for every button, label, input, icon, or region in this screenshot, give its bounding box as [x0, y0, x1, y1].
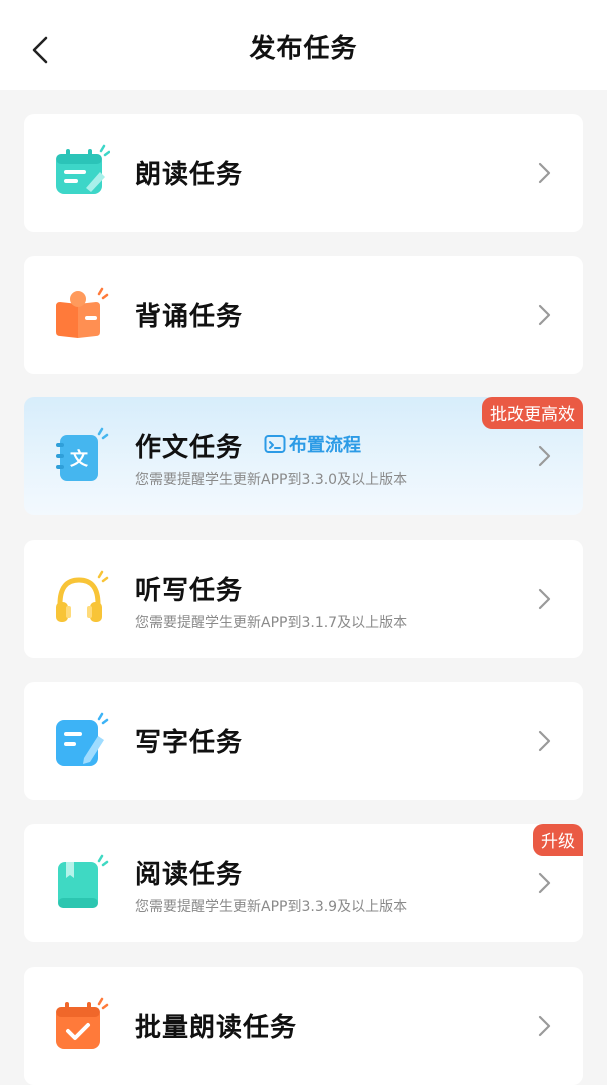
task-card-recite[interactable]: 背诵任务 — [24, 256, 583, 374]
writing-icon — [56, 712, 109, 766]
dictation-headphones-icon — [56, 570, 109, 622]
badge-upgrade: 升级 — [533, 824, 583, 856]
task-subtitle: 您需要提醒学生更新APP到3.1.7及以上版本 — [135, 615, 408, 631]
task-title: 写字任务 — [135, 728, 244, 758]
batch-reading-icon — [56, 997, 109, 1049]
chevron-right-icon — [538, 872, 551, 894]
chevron-right-icon — [538, 162, 551, 184]
task-card-writing[interactable]: 写字任务 — [24, 682, 583, 800]
chevron-right-icon — [538, 588, 551, 610]
task-card-essay[interactable]: 文 作文任务 布置流程 您需要提醒学生更新APP到3.3.0及以上版本 批改更高… — [24, 397, 583, 515]
assign-flow-link[interactable]: 布置流程 — [264, 431, 361, 457]
page-title: 发布任务 — [249, 34, 358, 64]
task-card-reading[interactable]: 阅读任务 您需要提醒学生更新APP到3.3.9及以上版本 升级 — [24, 824, 583, 942]
task-card-batch-reading[interactable]: 批量朗读任务 — [24, 967, 583, 1085]
chevron-right-icon — [538, 1015, 551, 1037]
recite-icon — [56, 287, 109, 338]
chevron-right-icon — [538, 730, 551, 752]
header: 发布任务 — [0, 0, 607, 90]
task-subtitle: 您需要提醒学生更新APP到3.3.9及以上版本 — [135, 899, 408, 915]
reading-icon — [56, 144, 110, 194]
task-title: 作文任务 — [135, 433, 244, 463]
task-title: 听写任务 — [135, 576, 244, 606]
task-card-dictation[interactable]: 听写任务 您需要提醒学生更新APP到3.1.7及以上版本 — [24, 540, 583, 658]
chevron-right-icon — [538, 445, 551, 467]
task-title: 阅读任务 — [135, 860, 244, 890]
essay-icon: 文 — [56, 427, 109, 481]
task-subtitle: 您需要提醒学生更新APP到3.3.0及以上版本 — [135, 472, 408, 488]
task-title: 背诵任务 — [135, 302, 244, 332]
task-title: 朗读任务 — [135, 160, 244, 190]
flow-icon — [264, 435, 286, 453]
chevron-right-icon — [538, 304, 551, 326]
badge-more-efficient: 批改更高效 — [482, 397, 583, 429]
svg-text:文: 文 — [70, 448, 89, 470]
assign-flow-label: 布置流程 — [289, 435, 361, 456]
task-card-reading-aloud[interactable]: 朗读任务 — [24, 114, 583, 232]
reading-book-icon — [58, 854, 109, 908]
task-title: 批量朗读任务 — [135, 1013, 298, 1043]
